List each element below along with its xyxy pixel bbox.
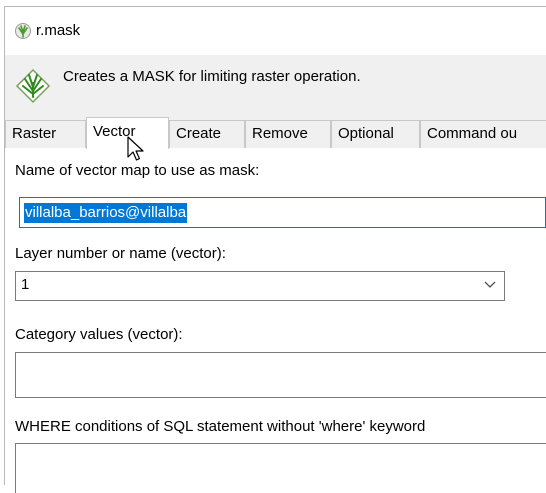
layer-combobox[interactable]: 1 — [15, 271, 505, 301]
category-label: Category values (vector): — [15, 326, 183, 343]
tab-raster[interactable]: Raster — [5, 120, 86, 148]
vector-map-input[interactable]: villalba_barrios@villalba — [19, 197, 546, 228]
tab-create[interactable]: Create — [169, 120, 245, 148]
vector-map-value: villalba_barrios@villalba — [24, 203, 188, 223]
where-input[interactable] — [15, 443, 546, 493]
tab-remove-label: Remove — [252, 125, 308, 142]
mouse-cursor-icon — [127, 136, 144, 161]
tab-remove[interactable]: Remove — [245, 120, 331, 148]
module-header: Creates a MASK for limiting raster opera… — [5, 55, 546, 115]
grass-app-icon — [15, 23, 31, 39]
grass-logo-icon — [15, 68, 51, 104]
layer-value: 1 — [21, 276, 30, 293]
tab-command-output-label: Command ou — [427, 125, 518, 142]
chevron-down-icon[interactable] — [484, 281, 496, 289]
tab-raster-label: Raster — [12, 125, 57, 142]
where-label: WHERE conditions of SQL statement withou… — [15, 418, 426, 435]
module-description: Creates a MASK for limiting raster opera… — [63, 68, 361, 85]
title-bar[interactable]: r.mask — [5, 7, 546, 55]
category-input[interactable] — [15, 352, 546, 398]
tab-create-label: Create — [176, 125, 222, 142]
vector-map-label: Name of vector map to use as mask: — [15, 162, 260, 179]
window-title: r.mask — [36, 22, 81, 39]
tab-optional-label: Optional — [338, 125, 394, 142]
vector-tab-panel: Name of vector map to use as mask: villa… — [5, 148, 546, 493]
tab-optional[interactable]: Optional — [331, 120, 420, 148]
layer-label: Layer number or name (vector): — [15, 245, 226, 262]
tab-bar: Raster Vector Create Remove Optional Com… — [5, 115, 546, 149]
tab-command-output[interactable]: Command ou — [420, 120, 546, 148]
